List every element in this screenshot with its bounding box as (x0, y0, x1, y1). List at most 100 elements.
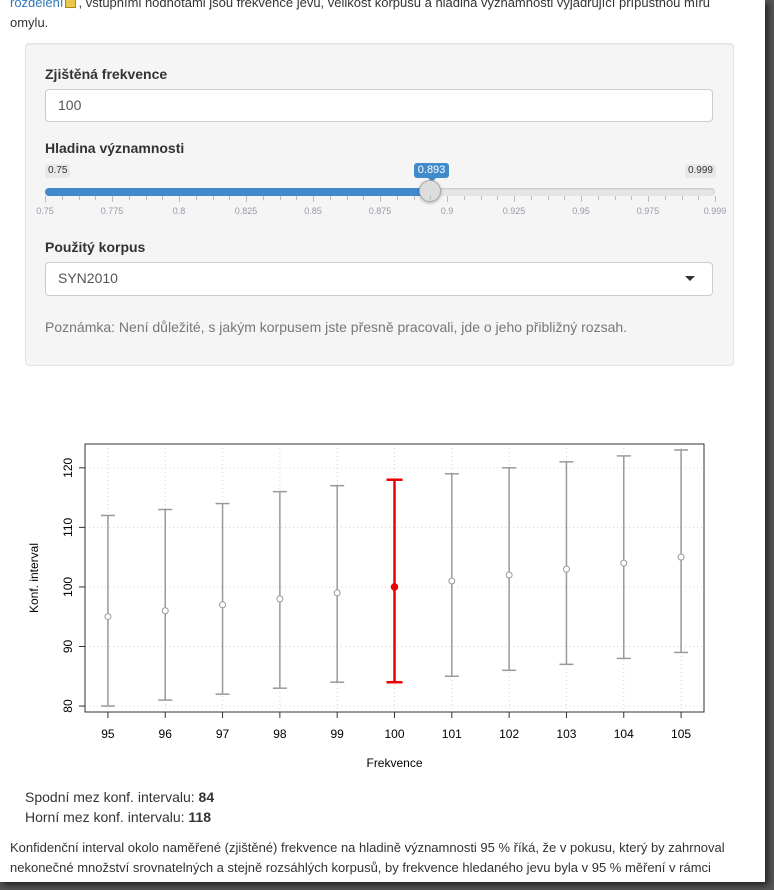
corpus-note: Poznámka: Není důležité, s jakým korpuse… (45, 319, 628, 335)
data-point (448, 577, 456, 585)
slider-tick (61, 196, 63, 200)
slider-tick-label: 0.999 (703, 206, 727, 216)
slider-tick (413, 196, 415, 200)
slider-tick (380, 196, 381, 202)
slider-tick (162, 196, 164, 200)
data-point (276, 595, 284, 603)
page: rozdělení, vstupními hodnotami jsou frek… (0, 0, 765, 882)
x-tick-label: 105 (671, 727, 691, 741)
y-tick-label: 90 (61, 639, 75, 653)
slider-tick (664, 196, 666, 200)
slider-tick-label: 0.825 (234, 206, 258, 216)
data-point (219, 601, 227, 609)
slider-tick-label: 0.875 (368, 206, 392, 216)
slider-tick (262, 196, 264, 200)
slider-tick (179, 196, 180, 202)
slider-tick (547, 196, 549, 200)
slider-tick (648, 196, 649, 202)
results: Spodní mez konf. intervalu: 84 Horní mez… (25, 787, 214, 827)
slider-max-label: 0.999 (684, 164, 716, 178)
slider-tick (246, 196, 247, 202)
frequency-input[interactable]: 100 (45, 89, 713, 122)
y-tick-label: 110 (61, 517, 75, 536)
slider-tick (514, 196, 515, 202)
y-tick-label: 120 (61, 457, 75, 477)
slider-tick (447, 196, 448, 202)
significance-label: Hladina významnosti (45, 140, 185, 156)
x-tick-label: 100 (384, 727, 404, 741)
slider-tick (564, 196, 566, 200)
lower-bound-label: Spodní mez konf. intervalu: (25, 789, 195, 805)
data-point (677, 553, 685, 561)
slider-tick (597, 196, 599, 200)
slider-tick-label: 0.925 (502, 206, 526, 216)
slider-tick (212, 196, 214, 200)
x-tick-label: 102 (499, 727, 519, 741)
slider-tick (95, 196, 97, 200)
upper-bound-row: Horní mez konf. intervalu: 118 (25, 807, 214, 827)
corpus-selected-value: SYN2010 (58, 270, 118, 286)
slider-fill (45, 188, 430, 196)
slider-tick (296, 196, 298, 200)
confidence-interval-chart: 95 96 97 98 99 100 101 102 103 104 105 80 90 100 110 12… (27, 443, 705, 770)
lower-bound-row: Spodní mez konf. intervalu: 84 (25, 787, 214, 807)
slider-tick (78, 196, 80, 200)
explanation-text: Konfidenční interval okolo naměřené (zji… (10, 840, 725, 875)
slider-tick (463, 196, 465, 200)
slider-tick (581, 196, 582, 202)
slider-ticks: 0.75 0.775 0.8 0.825 0.85 0.875 0.9 0.925 0.95 0.… (36, 196, 726, 226)
slider-tick (480, 196, 482, 200)
x-tick-label: 101 (442, 727, 462, 741)
slider-tick (45, 196, 46, 202)
data-point (505, 571, 513, 579)
data-point (161, 607, 169, 615)
x-tick-label: 95 (101, 727, 115, 741)
slider-tick-label: 0.8 (172, 206, 186, 216)
x-tick-label: 98 (273, 727, 287, 741)
slider-tick (112, 196, 113, 202)
significance-slider[interactable] (45, 180, 715, 202)
distribution-link[interactable]: rozdělení (10, 0, 63, 10)
slider-tick (715, 196, 716, 202)
corpus-select[interactable]: SYN2010 (45, 262, 713, 296)
x-tick-label: 97 (216, 727, 230, 741)
data-point (333, 589, 341, 597)
intro-text: rozdělení, vstupními hodnotami jsou frek… (10, 0, 750, 33)
data-point (104, 613, 112, 621)
y-axis-title: Konf. interval (27, 543, 41, 613)
slider-tick (128, 196, 130, 200)
slider-tick (631, 196, 633, 200)
corpus-label: Použitý korpus (45, 239, 146, 255)
slider-tick (229, 196, 231, 200)
slider-tick-label: 0.975 (636, 206, 660, 216)
upper-bound-value: 118 (188, 809, 211, 825)
slider-tick-label: 0.95 (572, 206, 590, 216)
chevron-down-icon (685, 276, 695, 281)
slider-tick (614, 196, 616, 200)
slider-value-label: 0.893 (413, 163, 450, 182)
data-point (562, 565, 570, 573)
slider-tick (363, 196, 365, 200)
input-panel: Zjištěná frekvence 100 Hladina významnos… (25, 43, 734, 366)
intro-text-rest: , vstupními hodnotami jsou frekvence jev… (10, 0, 711, 30)
slider-tick (195, 196, 197, 200)
slider-tick (396, 196, 398, 200)
slider-tick (430, 196, 432, 200)
slider-tick (145, 196, 147, 200)
slider-tick (279, 196, 281, 200)
slider-tick (497, 196, 499, 200)
x-tick-label: 96 (159, 727, 173, 741)
data-point (390, 583, 399, 591)
slider-tick (346, 196, 348, 200)
slider-tick (329, 196, 331, 200)
slider-tick (313, 196, 314, 202)
slider-tick (681, 196, 683, 200)
y-tick-label: 80 (61, 699, 75, 713)
x-tick-label: 99 (331, 727, 345, 741)
lower-bound-value: 84 (198, 789, 215, 805)
slider-tick (530, 196, 532, 200)
slider-tick (698, 196, 700, 200)
x-tick-label: 104 (614, 727, 634, 741)
slider-min-label: 0.75 (45, 164, 71, 178)
slider-tick-label: 0.85 (304, 206, 322, 216)
